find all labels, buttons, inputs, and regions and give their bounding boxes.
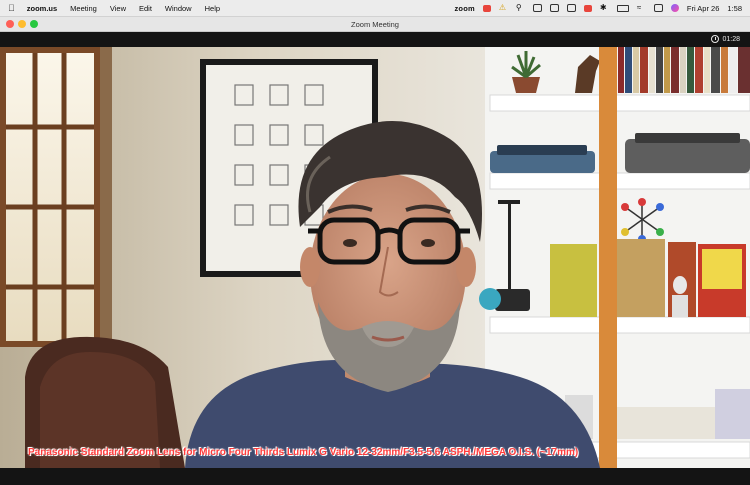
menu-window[interactable]: Window xyxy=(165,4,192,13)
record-icon[interactable] xyxy=(583,4,592,12)
screen-icon[interactable] xyxy=(549,4,559,12)
window-frame xyxy=(0,47,112,357)
battery-icon[interactable] xyxy=(616,4,629,12)
window-title: Zoom Meeting xyxy=(351,19,399,29)
siri-icon[interactable] xyxy=(670,4,679,12)
minimize-window-button[interactable] xyxy=(18,20,26,28)
window-icon[interactable] xyxy=(532,4,542,12)
window-controls xyxy=(6,20,38,28)
elapsed-time: 01:28 xyxy=(722,35,740,43)
menu-edit[interactable]: Edit xyxy=(139,4,152,13)
bluetooth-icon[interactable]: ✱ xyxy=(600,4,609,12)
menu-meeting[interactable]: Meeting xyxy=(70,4,97,13)
video-scene xyxy=(0,47,750,468)
wifi-icon[interactable]: ≈ xyxy=(637,4,646,12)
meeting-top-bar: 01:28 xyxy=(0,32,750,47)
fullscreen-window-button[interactable] xyxy=(30,20,38,28)
meeting-timer: 01:28 xyxy=(711,35,740,43)
zoom-status-label[interactable]: zoom xyxy=(454,4,474,13)
control-center-icon[interactable] xyxy=(653,4,663,12)
clock-icon xyxy=(711,35,720,43)
close-window-button[interactable] xyxy=(6,20,14,28)
apple-menu-icon[interactable]:  xyxy=(8,3,15,13)
shelf-post xyxy=(599,47,617,468)
notification-icon[interactable] xyxy=(482,4,491,12)
lens-caption: Panasonic Standard Zoom Lens for Micro F… xyxy=(28,447,579,458)
menu-bar:  zoom.us Meeting View Edit Window Help … xyxy=(0,0,750,17)
menu-view[interactable]: View xyxy=(110,4,126,13)
clipboard-icon[interactable] xyxy=(566,4,576,12)
menu-date[interactable]: Fri Apr 26 xyxy=(687,4,720,13)
video-feed[interactable]: Panasonic Standard Zoom Lens for Micro F… xyxy=(0,47,750,468)
window-title-bar: Zoom Meeting xyxy=(0,17,750,32)
warning-icon[interactable]: ⚠ xyxy=(499,4,508,12)
menu-time[interactable]: 1:58 xyxy=(727,4,742,13)
menu-help[interactable]: Help xyxy=(205,4,220,13)
pin-icon[interactable]: ⚲ xyxy=(516,4,525,12)
meeting-bottom-bar xyxy=(0,468,750,485)
menu-app-name[interactable]: zoom.us xyxy=(27,4,57,13)
